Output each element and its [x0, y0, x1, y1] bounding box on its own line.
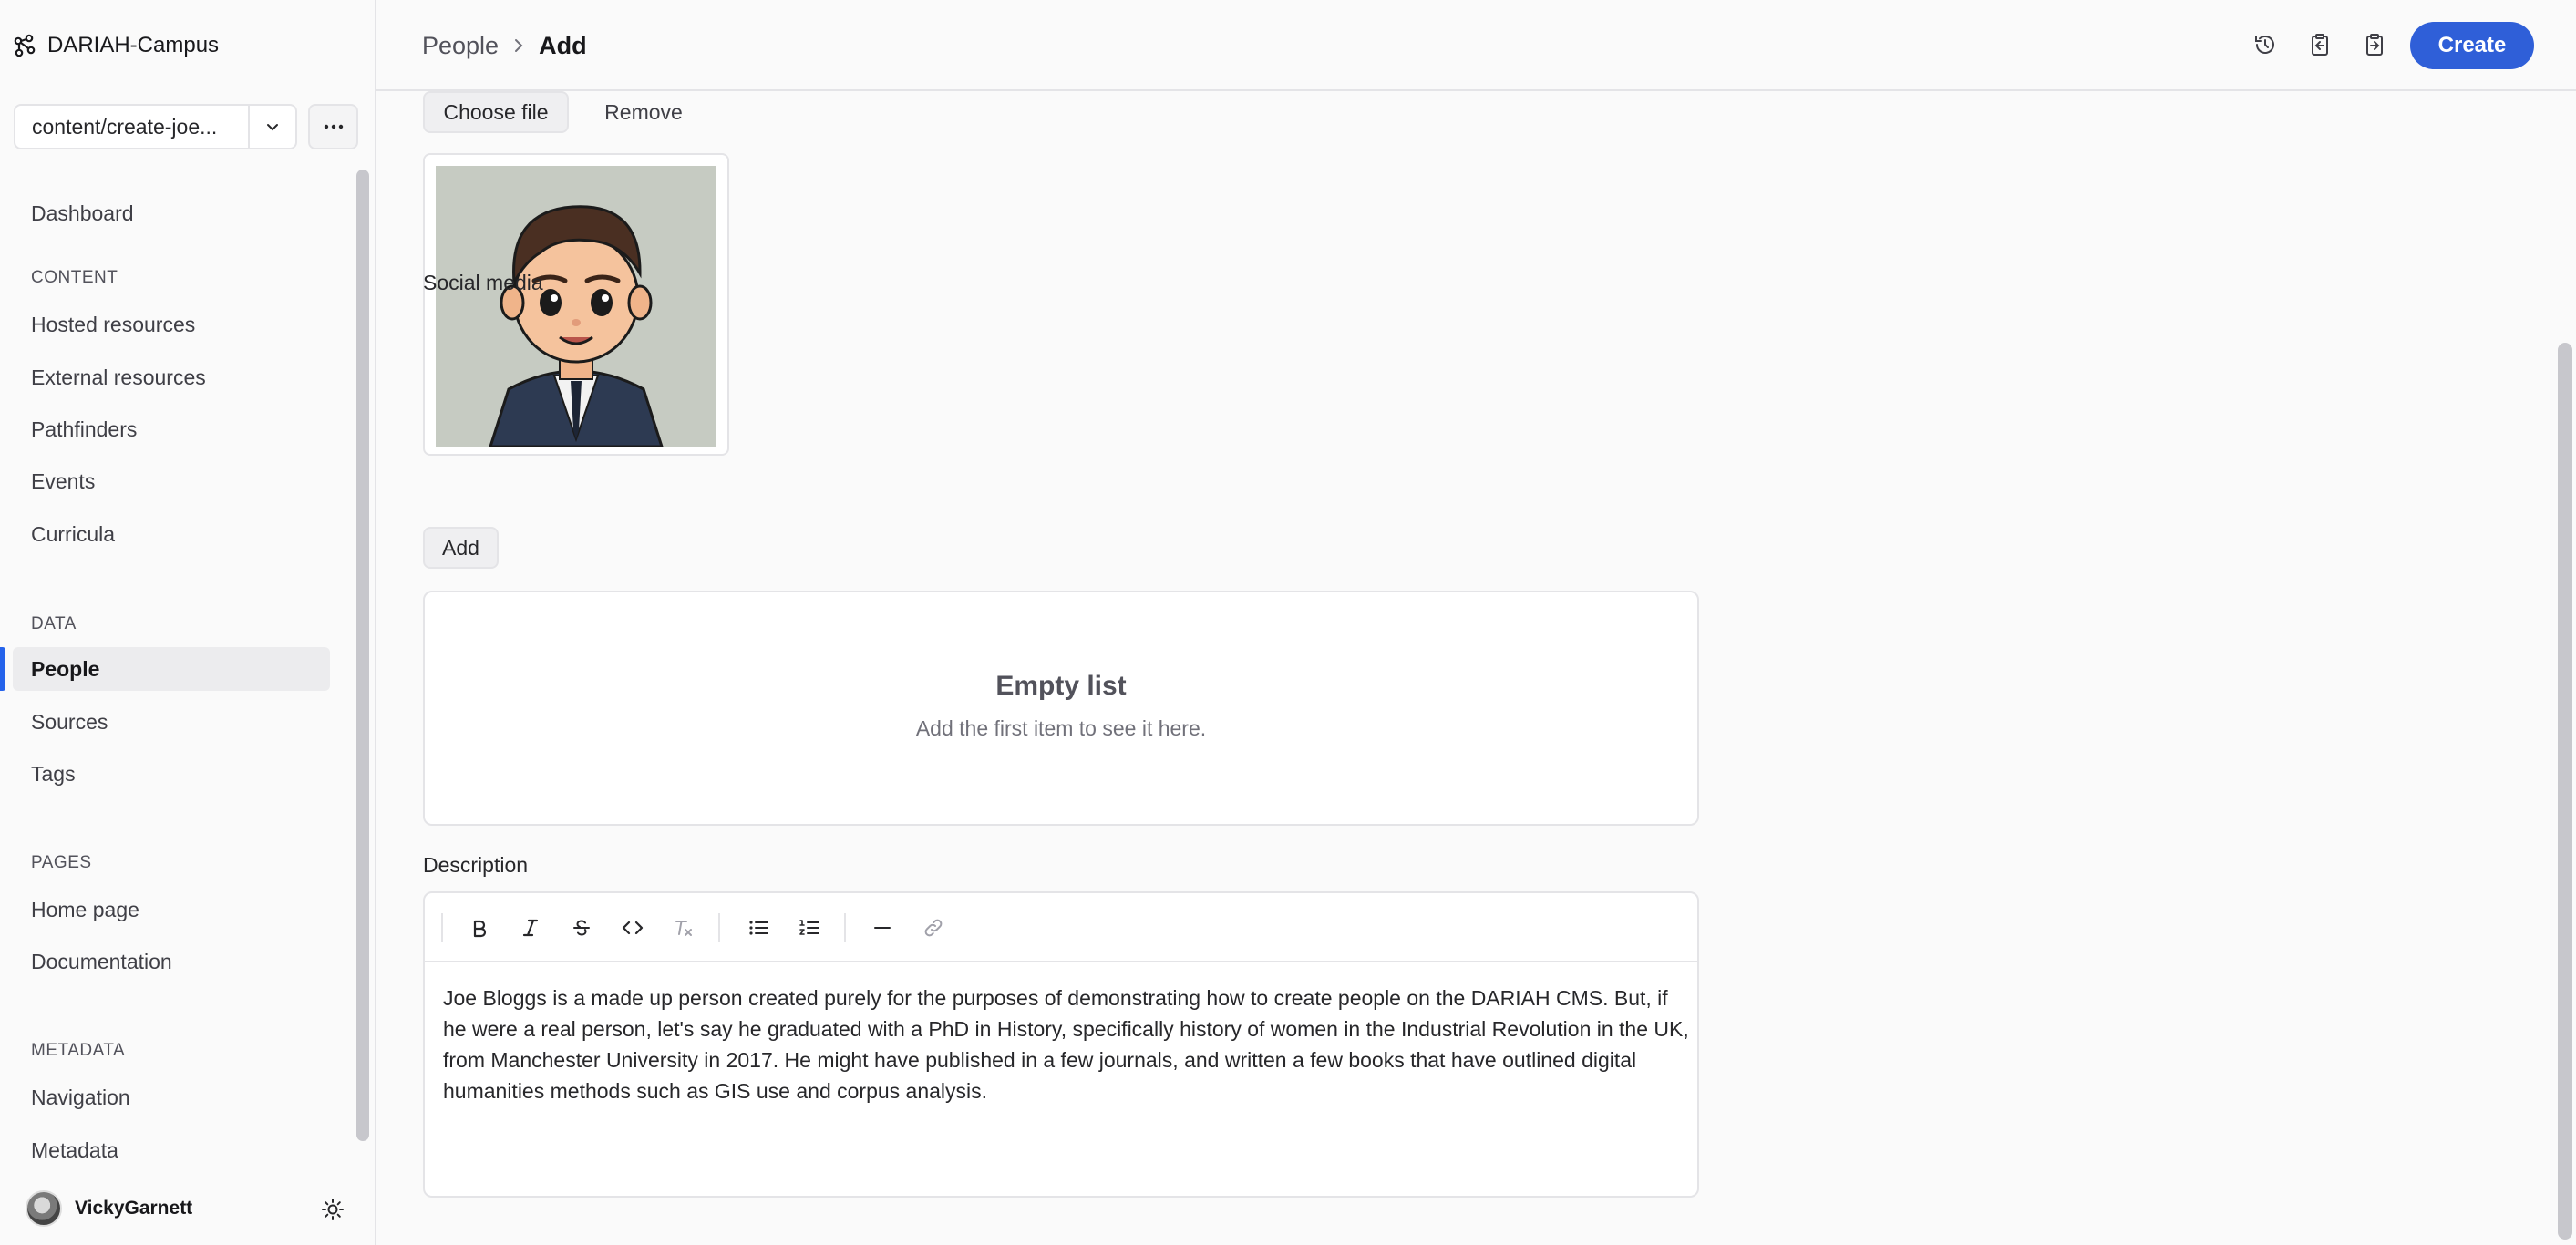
ordered-list-icon[interactable] [791, 910, 828, 946]
branch-select[interactable]: content/create-joe... [14, 104, 297, 149]
toolbar-divider [718, 913, 720, 942]
section-heading-pages: PAGES [31, 853, 92, 872]
empty-list-title: Empty list [995, 671, 1127, 701]
sidebar-item-documentation[interactable]: Documentation [13, 940, 330, 983]
person-avatar-image [436, 166, 716, 447]
bold-icon[interactable] [461, 910, 498, 946]
clear-format-icon[interactable] [665, 910, 702, 946]
sidebar-item-dashboard[interactable]: Dashboard [13, 191, 330, 235]
section-heading-data: DATA [31, 614, 77, 633]
sidebar-item-home-page[interactable]: Home page [13, 888, 330, 931]
user-name: VickyGarnett [75, 1198, 193, 1219]
section-heading-content: CONTENT [31, 268, 118, 287]
main-content: Choose file Remove Social media Add Empt… [376, 91, 2550, 1245]
sidebar-item-pathfinders[interactable]: Pathfinders [13, 407, 330, 451]
active-indicator [0, 647, 5, 691]
breadcrumb-add: Add [539, 31, 587, 59]
toolbar-divider [844, 913, 846, 942]
sidebar-item-sources[interactable]: Sources [13, 700, 330, 744]
user-menu[interactable]: VickyGarnett [0, 1179, 375, 1238]
italic-icon[interactable] [512, 910, 549, 946]
bullet-list-icon[interactable] [740, 910, 777, 946]
sidebar-scrollbar[interactable] [356, 170, 369, 1141]
breadcrumb: People Add [422, 27, 587, 64]
description-label: Description [423, 853, 529, 877]
sidebar-item-external-resources[interactable]: External resources [13, 355, 330, 399]
sidebar-item-navigation[interactable]: Navigation [13, 1075, 330, 1119]
app-name: DARIAH-Campus [47, 33, 220, 57]
editor-toolbar [425, 893, 1697, 962]
sidebar-item-tags[interactable]: Tags [13, 752, 330, 796]
dariah-logo-icon [14, 34, 36, 57]
chevron-right-icon [515, 39, 523, 52]
toolbar-divider [441, 913, 443, 942]
history-icon[interactable] [2250, 29, 2281, 60]
add-social-media-button[interactable]: Add [423, 527, 499, 569]
breadcrumb-people[interactable]: People [422, 32, 499, 60]
ellipsis-icon [324, 124, 343, 129]
branch-value: content/create-joe... [32, 114, 218, 139]
sidebar-item-events[interactable]: Events [13, 459, 330, 503]
top-bar: People Add Create [376, 0, 2576, 91]
sidebar-item-curricula[interactable]: Curricula [13, 512, 330, 556]
remove-image-button[interactable]: Remove [584, 91, 703, 133]
strikethrough-icon[interactable] [563, 910, 600, 946]
empty-list-subtitle: Add the first item to see it here. [915, 716, 1207, 740]
social-media-label: Social media [423, 271, 543, 294]
sidebar-item-metadata[interactable]: Metadata [13, 1128, 330, 1170]
brand[interactable]: DARIAH-Campus [13, 29, 219, 62]
clipboard-import-icon[interactable] [2304, 29, 2335, 60]
choose-file-button[interactable]: Choose file [423, 91, 569, 133]
sidebar: DARIAH-Campus content/create-joe... Dash… [0, 0, 376, 1245]
sidebar-nav: Dashboard CONTENT Hosted resources Exter… [0, 168, 346, 1170]
main-scrollbar[interactable] [2558, 343, 2572, 1240]
horizontal-rule-icon[interactable] [864, 910, 901, 946]
description-editor: Joe Bloggs is a made up person created p… [423, 891, 1699, 1198]
chevron-down-icon[interactable] [248, 106, 295, 148]
more-options-button[interactable] [308, 104, 358, 149]
description-text[interactable]: Joe Bloggs is a made up person created p… [443, 983, 1692, 1106]
sun-icon[interactable] [321, 1198, 345, 1221]
link-icon[interactable] [915, 910, 952, 946]
clipboard-export-icon[interactable] [2359, 29, 2390, 60]
sidebar-item-people[interactable]: People [13, 647, 330, 691]
avatar [26, 1190, 62, 1227]
code-icon[interactable] [614, 910, 651, 946]
image-preview [423, 153, 729, 456]
social-media-list: Empty list Add the first item to see it … [423, 591, 1699, 826]
create-button[interactable]: Create [2410, 22, 2534, 69]
section-heading-metadata: METADATA [31, 1041, 126, 1060]
sidebar-item-hosted-resources[interactable]: Hosted resources [13, 303, 330, 346]
